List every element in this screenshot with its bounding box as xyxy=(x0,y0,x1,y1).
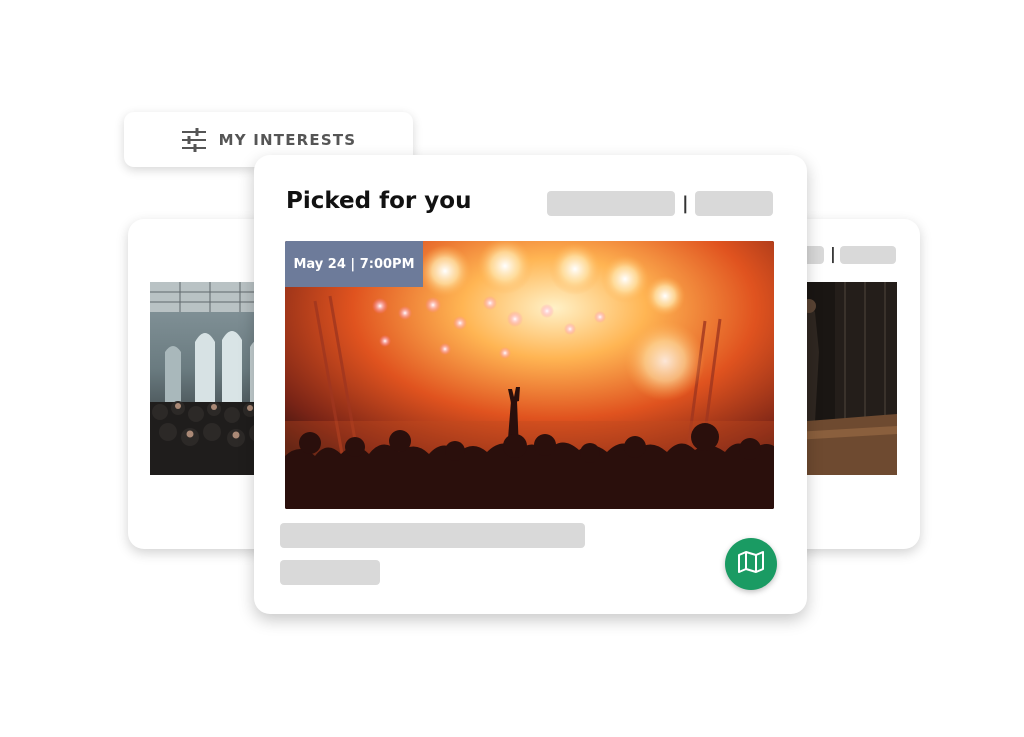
left-event-photo xyxy=(150,282,270,475)
event-date-badge: May 24 | 7:00PM xyxy=(285,241,423,287)
section-title: Picked for you xyxy=(286,188,472,214)
main-card-date-placeholder xyxy=(547,191,675,216)
stage: | MY INTERESTS Picked for you | May 24 |… xyxy=(0,0,1024,737)
main-card-separator: | xyxy=(682,193,689,214)
event-venue-placeholder xyxy=(280,560,380,585)
main-card-time-placeholder xyxy=(695,191,773,216)
sliders-icon xyxy=(181,127,207,152)
map-button[interactable] xyxy=(725,538,777,590)
picked-event-card[interactable]: Picked for you | May 24 | 7:00PM xyxy=(254,155,807,614)
right-card-separator: | xyxy=(830,244,836,263)
right-card-time-placeholder xyxy=(840,246,896,264)
right-event-photo xyxy=(795,282,897,475)
event-title-placeholder xyxy=(280,523,585,548)
event-hero-image[interactable]: May 24 | 7:00PM xyxy=(285,241,774,509)
my-interests-label: MY INTERESTS xyxy=(218,130,357,149)
map-icon xyxy=(737,550,765,579)
